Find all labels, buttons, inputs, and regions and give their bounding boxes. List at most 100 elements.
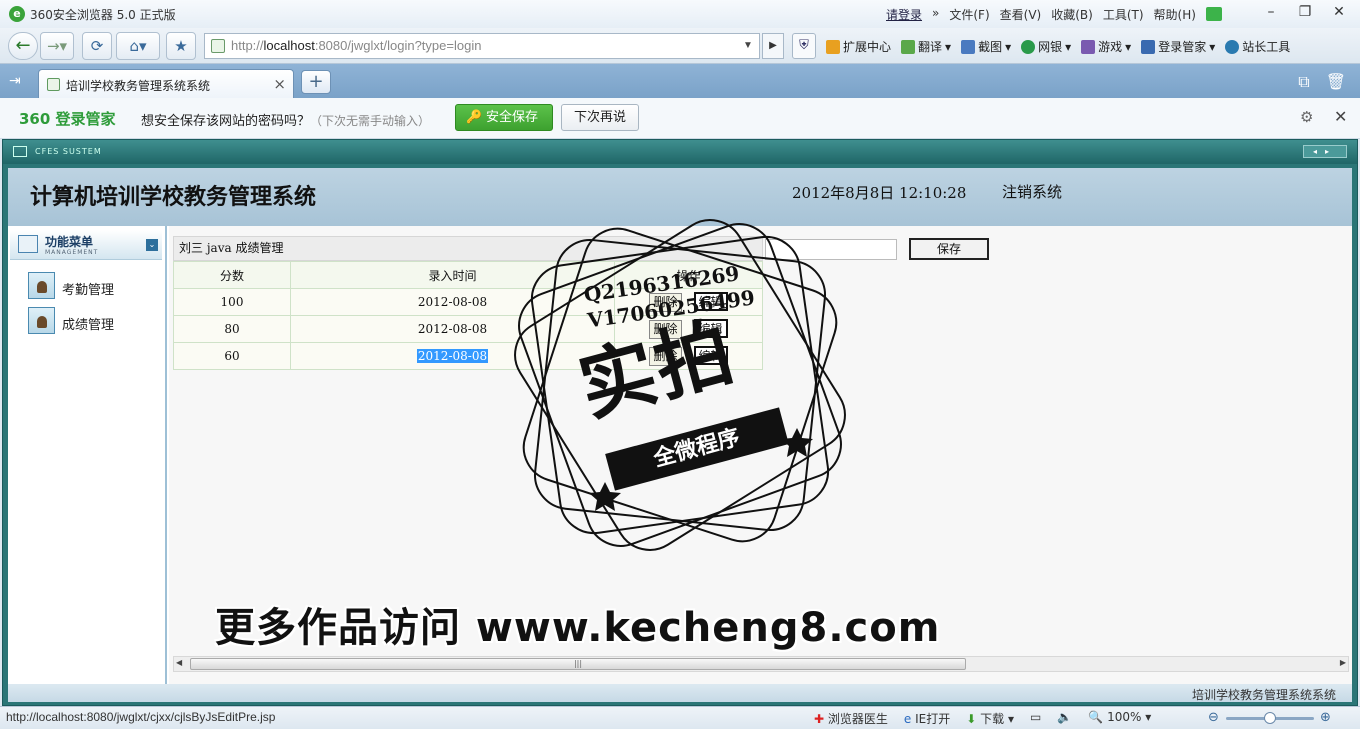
url-prefix: http:// (231, 38, 264, 53)
status-bar: http://localhost:8080/jwglxt/cjxx/cjlsBy… (0, 706, 1360, 729)
go-arrow-icon[interactable]: ▶ (762, 33, 784, 59)
speaker-icon[interactable]: 🔈 (1057, 710, 1072, 727)
edit-button[interactable]: 编辑 (693, 319, 728, 338)
zoom-out-icon[interactable]: ⊖ (1208, 710, 1219, 725)
ie-open-button[interactable]: e IE打开 (904, 710, 950, 727)
score-input[interactable] (765, 239, 897, 260)
tab-close-icon[interactable]: × (273, 75, 286, 93)
download-button[interactable]: ⬇ 下载 ▾ (966, 710, 1014, 727)
collapse-chevron-icon[interactable]: ⌄ (146, 239, 158, 251)
tab-active[interactable]: 培训学校教务管理系统系统 × (38, 69, 294, 98)
extension-center-label: 扩展中心 (843, 40, 892, 54)
login-manager-button[interactable]: 登录管家 ▾ (1141, 38, 1215, 55)
menu-favorites[interactable]: 收藏(B) (1051, 6, 1093, 23)
menu-item-label: 成绩管理 (62, 318, 115, 333)
menu-title: 功能菜单 (45, 235, 94, 249)
scrollbar-thumb[interactable]: ||| (190, 658, 966, 670)
table-row: 60 2012-08-08 删除 编辑 (173, 342, 763, 370)
close-bar-icon[interactable]: ✕ (1334, 107, 1347, 126)
date-cell: 2012-08-08 (290, 315, 615, 343)
screenshot-button[interactable]: 截图 ▾ (961, 38, 1011, 55)
edit-button[interactable]: 编辑 (693, 292, 728, 311)
footer-text: 培训学校教务管理系统系统 (1191, 688, 1336, 702)
security-shield-icon[interactable]: ⛨ (792, 33, 816, 59)
games-button[interactable]: 游戏 ▾ (1081, 38, 1131, 55)
home-icon[interactable]: ⌂▾ (116, 32, 160, 60)
horizontal-scrollbar[interactable]: ◀ ||| ▶ (173, 656, 1349, 672)
system-label: CFES SUSTEM (35, 147, 102, 156)
address-dropdown-icon[interactable]: ▼ (739, 34, 757, 58)
login-manager-label: 登录管家 (1158, 40, 1207, 54)
menu-item-attendance[interactable]: 考勤管理 (28, 272, 158, 300)
minimize-icon[interactable]: – (1256, 3, 1286, 23)
skin-shirt-icon[interactable] (1205, 7, 1222, 21)
extension-cube-icon (826, 39, 840, 54)
online-banking-button[interactable]: 网银 ▾ (1021, 38, 1071, 55)
download-arrow-icon: ⬇ (966, 712, 977, 726)
zoom-slider[interactable]: ⊖ ⊕ (1208, 710, 1338, 725)
delete-button[interactable]: 删除 (649, 320, 682, 339)
app-content: 计算机培训学校教务管理系统 2012年8月8日 12:10:28 注销系统 功能… (8, 168, 1352, 684)
menu-tools[interactable]: 工具(T) (1103, 6, 1144, 23)
close-window-icon[interactable]: ✕ (1324, 3, 1354, 23)
address-bar[interactable]: http://localhost:8080/jwglxt/login?type=… (204, 33, 760, 59)
later-button[interactable]: 下次再说 (561, 104, 639, 131)
menu-header: 功能菜单 MANAGEMENT ⌄ (10, 230, 162, 260)
table-row: 80 2012-08-08 删除 编辑 (173, 315, 763, 343)
zoom-control[interactable]: 🔍 100% ▾ (1088, 710, 1151, 727)
save-grade-button[interactable]: 保存 (909, 238, 989, 260)
scroll-left-icon[interactable]: ◀ (176, 658, 182, 667)
download-label: 下载 (980, 712, 1005, 726)
login-link[interactable]: 请登录 (886, 6, 922, 23)
delete-button[interactable]: 删除 (649, 347, 682, 366)
zoom-in-icon[interactable]: ⊕ (1320, 710, 1331, 725)
user-card-icon (28, 272, 55, 299)
new-tab-button[interactable]: + (301, 70, 331, 94)
edit-button[interactable]: 编辑 (693, 346, 728, 365)
translate-icon (901, 39, 916, 54)
score-cell: 100 (173, 288, 291, 316)
score-cell: 80 (173, 315, 291, 343)
menu-help[interactable]: 帮助(H) (1154, 6, 1196, 23)
column-header-date: 录入时间 (290, 261, 615, 289)
webmaster-tools-button[interactable]: 站长工具 (1225, 38, 1290, 55)
webmaster-label: 站长工具 (1242, 40, 1291, 54)
logout-link[interactable]: 注销系统 (1002, 181, 1062, 202)
sidebar-toggle-icon[interactable]: ⇥ (9, 73, 21, 89)
tab-list-icon[interactable]: ⧉ (1298, 72, 1309, 92)
function-menu: 功能菜单 MANAGEMENT ⌄ 考勤管理 成绩管理 (8, 226, 167, 684)
restore-icon[interactable]: ❐ (1290, 3, 1320, 23)
column-header-score: 分数 (173, 261, 291, 289)
extension-center-button[interactable]: 扩展中心 (826, 38, 891, 55)
score-cell: 60 (173, 342, 291, 370)
menu-view[interactable]: 查看(V) (1000, 6, 1042, 23)
browser-menu: 请登录 » 文件(F) 查看(V) 收藏(B) 工具(T) 帮助(H) (886, 6, 1222, 23)
refresh-icon[interactable]: ⟳ (82, 32, 112, 60)
key-icon: 🔑 (466, 110, 483, 125)
frame-nav-arrows-icon[interactable]: ◂▸ (1303, 145, 1347, 158)
gear-icon[interactable]: ⚙ (1300, 108, 1313, 126)
actions-cell: 删除 编辑 (614, 342, 763, 370)
translate-button[interactable]: 翻译 ▾ (901, 38, 951, 55)
page-favicon-icon (211, 39, 225, 53)
favorite-star-icon[interactable]: ★ (166, 32, 196, 60)
actions-cell: 删除 编辑 (614, 288, 763, 316)
app-frame: CFES SUSTEM ◂▸ 计算机培训学校教务管理系统 2012年8月8日 1… (2, 139, 1358, 706)
menu-file[interactable]: 文件(F) (949, 6, 989, 23)
secure-save-button[interactable]: 🔑 安全保存 (455, 104, 553, 131)
menu-item-grades[interactable]: 成绩管理 (28, 307, 158, 335)
toolbar-extensions: 扩展中心 翻译 ▾ 截图 ▾ 网银 ▾ 游戏 ▾ 登录管家 ▾ 站长工具 (826, 38, 1290, 55)
table-row: 100 2012-08-08 删除 编辑 (173, 288, 763, 316)
scroll-right-icon[interactable]: ▶ (1340, 658, 1346, 667)
back-arrow-icon[interactable]: ← (8, 32, 38, 60)
screen-icon[interactable]: ▭ (1030, 710, 1041, 727)
zoom-knob[interactable] (1264, 712, 1276, 724)
forward-arrow-icon[interactable]: →▾ (40, 32, 74, 60)
translate-label: 翻译 (918, 40, 943, 54)
closed-tabs-trash-icon[interactable]: 🗑 (1326, 72, 1346, 92)
url-rest: :8080/jwglxt/login?type=login (314, 38, 482, 53)
banking-label: 网银 (1038, 40, 1063, 54)
ie-open-label: IE打开 (915, 712, 951, 726)
browser-doctor-button[interactable]: ✚ 浏览器医生 (814, 710, 888, 727)
delete-button[interactable]: 删除 (649, 293, 682, 312)
